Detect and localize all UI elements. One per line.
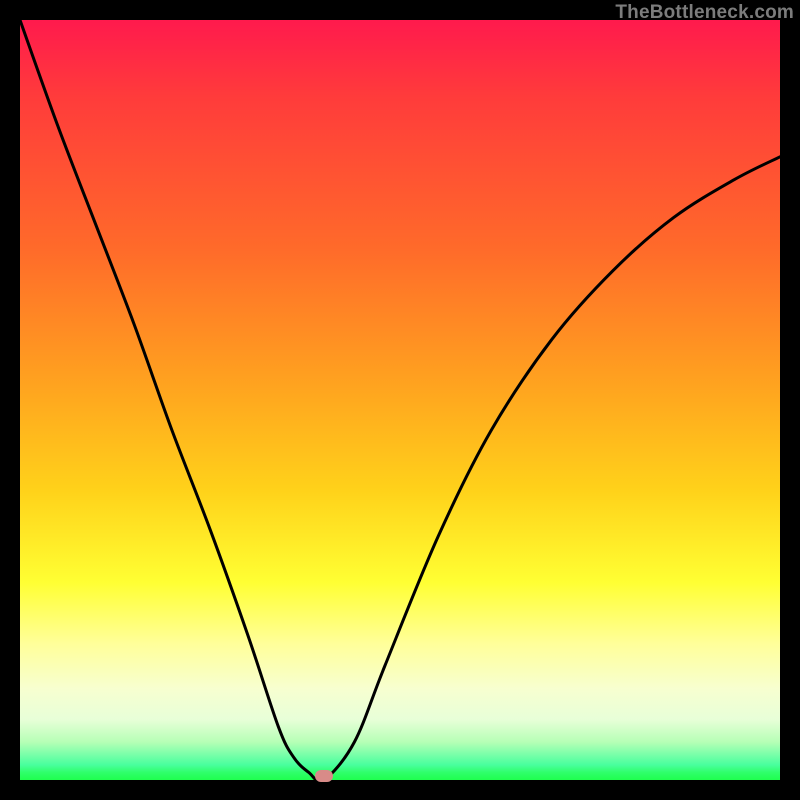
bottleneck-curve <box>20 20 780 780</box>
chart-frame <box>20 20 780 780</box>
minimum-marker <box>315 770 333 782</box>
plot-area <box>20 20 780 780</box>
